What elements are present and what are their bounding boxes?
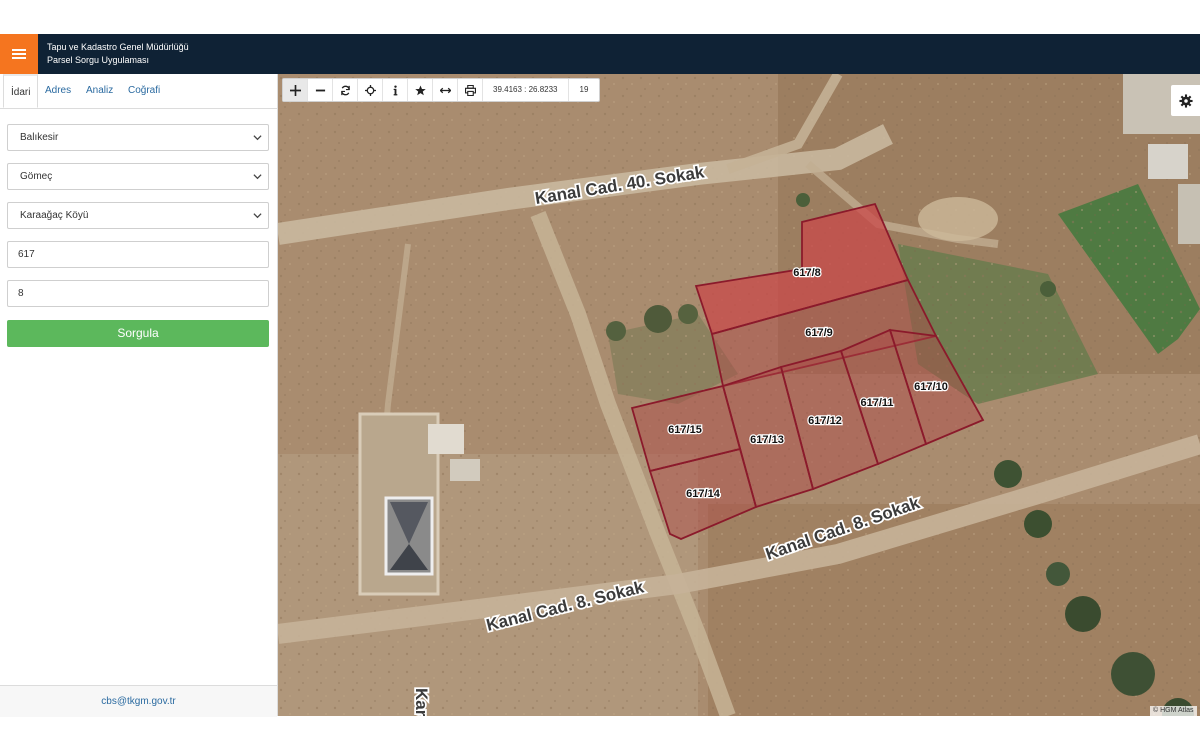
- contact-email-link[interactable]: cbs@tkgm.gov.tr: [0, 685, 277, 717]
- pan-button[interactable]: [283, 79, 308, 101]
- menu-button[interactable]: [0, 34, 38, 74]
- province-value: Balıkesir: [20, 132, 59, 143]
- query-tabs: İdari Adres Analiz Coğrafi: [0, 74, 277, 109]
- locate-button[interactable]: [358, 79, 383, 101]
- tab-adres[interactable]: Adres: [45, 74, 71, 108]
- measure-button[interactable]: [433, 79, 458, 101]
- neighborhood-value: Karaağaç Köyü: [20, 210, 89, 221]
- measure-icon: [439, 87, 451, 93]
- chevron-down-icon: [253, 174, 262, 180]
- parcel-label: 617/9: [805, 327, 833, 339]
- app-header: Tapu ve Kadastro Genel Müdürlüğü Parsel …: [0, 34, 1200, 74]
- district-value: Gömeç: [20, 171, 53, 182]
- satellite-imagery: 617/8 617/9 617/10 617/11 617/12 617/13 …: [278, 74, 1200, 716]
- info-button[interactable]: [383, 79, 408, 101]
- district-select[interactable]: Gömeç: [7, 163, 269, 190]
- parcel-input[interactable]: 8: [7, 280, 269, 307]
- parcel-label: 617/8: [793, 267, 821, 279]
- locate-icon: [364, 84, 376, 96]
- app-title-line1: Tapu ve Kadastro Genel Müdürlüğü: [47, 42, 189, 52]
- gear-icon: [1178, 93, 1193, 108]
- map-attribution: © HGM Atlas: [1150, 706, 1197, 716]
- app-title-line2: Parsel Sorgu Uygulaması: [47, 55, 150, 65]
- chevron-down-icon: [253, 135, 262, 141]
- parcel-label: 617/14: [686, 488, 721, 500]
- favorite-button[interactable]: [408, 79, 433, 101]
- query-button[interactable]: Sorgula: [7, 320, 269, 347]
- zoom-out-button[interactable]: [308, 79, 333, 101]
- tab-cografi[interactable]: Coğrafi: [128, 74, 160, 108]
- tab-idari[interactable]: İdari: [3, 74, 39, 108]
- zoom-level-readout: 19: [579, 85, 589, 94]
- hamburger-icon: [12, 49, 26, 59]
- street-label: Kara: [412, 688, 431, 716]
- map-settings-button[interactable]: [1171, 85, 1200, 116]
- map-toolbar: 39.4163 : 26.8233 19: [282, 78, 601, 102]
- refresh-button[interactable]: [333, 79, 358, 101]
- print-icon: [464, 84, 476, 96]
- query-sidebar: İdari Adres Analiz Coğrafi Balıkesir Göm…: [0, 74, 278, 717]
- tab-analiz[interactable]: Analiz: [86, 74, 113, 108]
- parcel-label: 617/15: [668, 424, 702, 436]
- parcel-label: 617/12: [808, 415, 842, 427]
- print-button[interactable]: [458, 79, 483, 101]
- info-icon: [393, 84, 397, 95]
- chevron-down-icon: [253, 213, 262, 219]
- parcel-label: 617/13: [750, 434, 784, 446]
- coordinate-readout: 39.4163 : 26.8233: [483, 79, 569, 101]
- zoom-out-icon: [315, 89, 325, 91]
- parcel-label: 617/10: [914, 381, 948, 393]
- pan-icon: [289, 84, 301, 96]
- province-select[interactable]: Balıkesir: [7, 124, 269, 151]
- neighborhood-select[interactable]: Karaağaç Köyü: [7, 202, 269, 229]
- block-input[interactable]: 617: [7, 241, 269, 268]
- parcel-label: 617/11: [860, 397, 893, 409]
- favorite-icon: [414, 84, 426, 95]
- app-title: Tapu ve Kadastro Genel Müdürlüğü Parsel …: [47, 41, 189, 67]
- map-view[interactable]: 617/8 617/9 617/10 617/11 617/12 617/13 …: [278, 74, 1200, 716]
- refresh-icon: [340, 85, 350, 95]
